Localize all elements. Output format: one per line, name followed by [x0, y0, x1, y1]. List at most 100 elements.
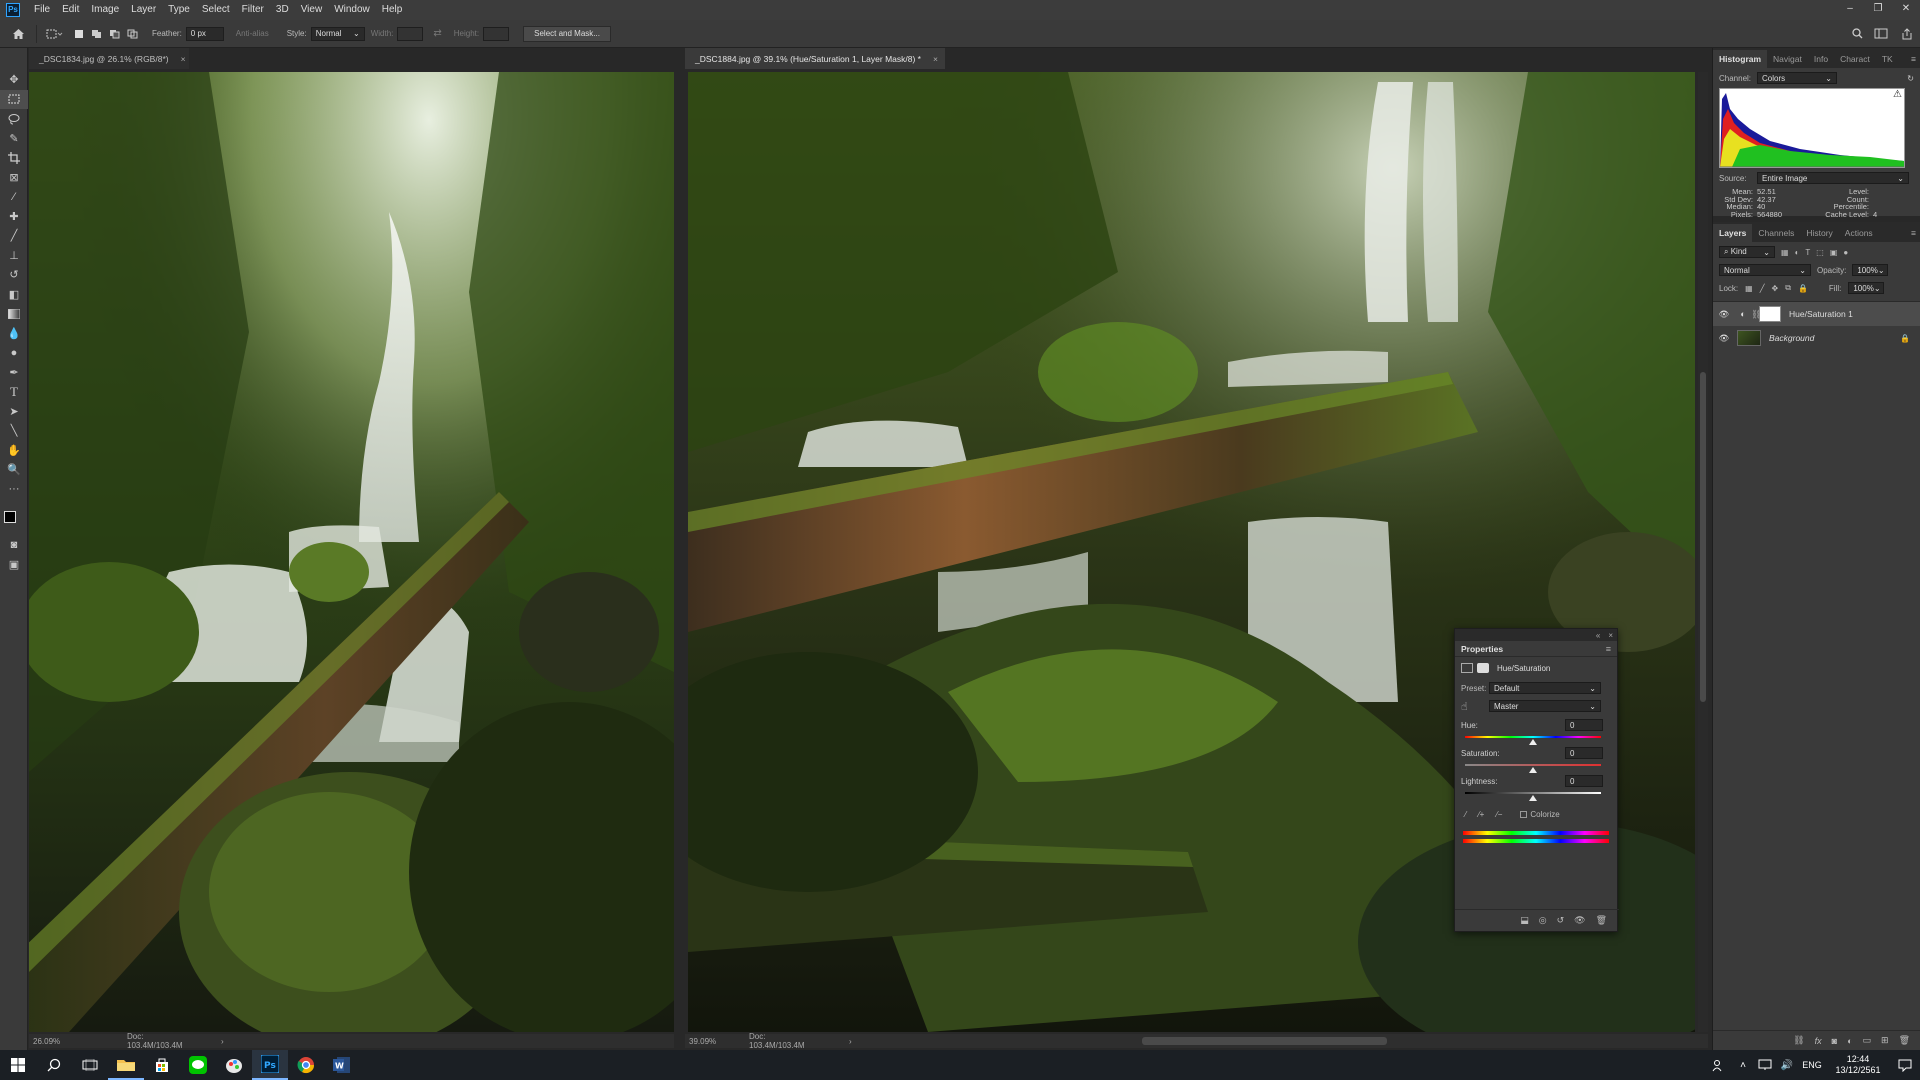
layer-name[interactable]: Hue/Saturation 1	[1789, 309, 1853, 319]
dodge-tool-icon[interactable]: ●	[0, 343, 28, 363]
eraser-tool-icon[interactable]: ◧	[0, 285, 28, 305]
range-select[interactable]: Master ⌄	[1489, 700, 1601, 712]
close-icon[interactable]: ×	[933, 54, 938, 64]
menu-type[interactable]: Type	[162, 0, 196, 20]
type-tool-icon[interactable]: T	[0, 382, 28, 402]
collapse-icon[interactable]: «	[1596, 631, 1600, 640]
tab-layers[interactable]: Layers	[1713, 224, 1753, 242]
tab-tk-rapid[interactable]: TK Rapi	[1876, 50, 1911, 82]
word-icon[interactable]: W	[324, 1050, 360, 1080]
colorize-checkbox[interactable]: Colorize	[1520, 810, 1560, 819]
fill-input[interactable]: 100% ⌄	[1848, 282, 1885, 294]
filter-pixel-icon[interactable]: ▦	[1781, 248, 1789, 257]
tab-history[interactable]: History	[1800, 224, 1838, 242]
channel-select[interactable]: Colors ⌄	[1757, 72, 1837, 84]
height-input[interactable]	[483, 26, 510, 41]
menu-select[interactable]: Select	[196, 0, 236, 20]
menu-layer[interactable]: Layer	[125, 0, 162, 20]
properties-panel-header[interactable]: « ×	[1455, 629, 1617, 641]
status-arrow-icon[interactable]: ›	[221, 1037, 224, 1046]
foreground-color-swatch[interactable]	[4, 511, 16, 523]
tab-navigator[interactable]: Navigat	[1767, 50, 1808, 68]
panel-menu-icon[interactable]: ≡	[1606, 644, 1611, 654]
quick-mask-icon[interactable]: ◙	[0, 535, 28, 555]
width-input[interactable]	[397, 26, 424, 41]
line-app-icon[interactable]	[180, 1050, 216, 1080]
restore-button[interactable]: ❐	[1864, 0, 1892, 16]
marquee-tool-preset-icon[interactable]	[36, 24, 70, 43]
adjustment-icon[interactable]	[1461, 663, 1473, 673]
panel-menu-icon[interactable]: ≡	[1911, 50, 1920, 68]
lock-artboard-icon[interactable]: ⧉	[1785, 283, 1791, 293]
crop-tool-icon[interactable]	[0, 148, 28, 168]
paint-app-icon[interactable]	[216, 1050, 252, 1080]
menu-image[interactable]: Image	[85, 0, 125, 20]
preset-select[interactable]: Default ⌄	[1489, 682, 1601, 694]
hue-slider[interactable]	[1465, 736, 1601, 738]
close-icon[interactable]: ×	[181, 54, 186, 64]
chrome-icon[interactable]	[288, 1050, 324, 1080]
store-icon[interactable]	[144, 1050, 180, 1080]
source-select[interactable]: Entire Image ⌄	[1757, 172, 1909, 184]
fx-icon[interactable]: fx	[1815, 1036, 1822, 1046]
clone-stamp-tool-icon[interactable]: ⊥	[0, 246, 28, 266]
layer-name[interactable]: Background	[1769, 333, 1814, 343]
tab-channels[interactable]: Channels	[1752, 224, 1800, 242]
hand-adjust-icon[interactable]: ☝	[1461, 700, 1489, 713]
new-adjustment-icon[interactable]: ◐	[1847, 1036, 1852, 1046]
task-view-icon[interactable]	[72, 1050, 108, 1080]
anti-alias-checkbox[interactable]: Anti-alias	[236, 29, 269, 38]
refresh-icon[interactable]: ↻	[1907, 74, 1914, 83]
tab-character[interactable]: Charact	[1834, 50, 1876, 68]
tab-histogram[interactable]: Histogram	[1713, 50, 1768, 68]
share-icon[interactable]	[1894, 25, 1920, 43]
volume-icon[interactable]: 🔊	[1776, 1050, 1798, 1080]
lightness-input[interactable]: 0	[1565, 775, 1603, 787]
history-brush-tool-icon[interactable]: ↺	[0, 265, 28, 285]
visibility-eye-icon[interactable]: 👁	[1713, 309, 1735, 320]
eyedropper-minus-icon[interactable]: ⁄−	[1496, 810, 1502, 819]
more-tools-icon[interactable]: ···	[0, 480, 28, 500]
panel-menu-icon[interactable]: ≡	[1911, 224, 1920, 242]
new-layer-icon[interactable]: ⊞	[1881, 1035, 1889, 1046]
filter-adjustment-icon[interactable]: ◐	[1795, 248, 1800, 257]
path-selection-tool-icon[interactable]: ➤	[0, 402, 28, 422]
hand-tool-icon[interactable]: ✋	[0, 441, 28, 461]
tab-actions[interactable]: Actions	[1839, 224, 1879, 242]
photoshop-logo-icon[interactable]: Ps	[6, 3, 20, 17]
windows-start-icon[interactable]	[0, 1050, 36, 1080]
layer-row-background[interactable]: 👁 Background 🔒	[1713, 326, 1920, 350]
document-tab-2[interactable]: _DSC1884.jpg @ 39.1% (Hue/Saturation 1, …	[685, 48, 945, 69]
hue-slider-thumb[interactable]	[1529, 739, 1537, 745]
show-hidden-icons-icon[interactable]: ˄	[1732, 1050, 1754, 1080]
status-arrow-icon[interactable]: ›	[849, 1037, 852, 1046]
zoom-level[interactable]: 26.09%	[33, 1037, 83, 1046]
pen-tool-icon[interactable]: ✒	[0, 363, 28, 383]
people-icon[interactable]	[1706, 1050, 1732, 1080]
filter-toggle-icon[interactable]: ●	[1843, 248, 1848, 257]
home-icon[interactable]	[0, 25, 36, 43]
feather-input[interactable]: 0 px	[185, 26, 224, 41]
swap-icon[interactable]: ⇄	[433, 28, 441, 39]
new-selection-icon[interactable]	[70, 25, 88, 43]
photoshop-taskbar-icon[interactable]: Ps	[252, 1050, 288, 1080]
vertical-scrollbar[interactable]	[1698, 72, 1708, 1032]
menu-window[interactable]: Window	[328, 0, 376, 20]
search-icon[interactable]	[36, 1050, 72, 1080]
scrollbar-thumb[interactable]	[1700, 372, 1706, 702]
menu-edit[interactable]: Edit	[56, 0, 85, 20]
new-group-icon[interactable]: ▭	[1863, 1035, 1872, 1046]
layer-row-hue-saturation[interactable]: 👁 ◐ ⛓ Hue/Saturation 1	[1713, 302, 1920, 326]
layer-mask-thumbnail[interactable]	[1759, 306, 1781, 322]
marquee-tool-icon[interactable]	[0, 89, 28, 109]
network-icon[interactable]	[1754, 1050, 1776, 1080]
notifications-icon[interactable]	[1890, 1050, 1920, 1080]
language-indicator[interactable]: ENG	[1798, 1050, 1826, 1080]
eyedropper-icon[interactable]: ⁄	[1465, 810, 1466, 819]
menu-file[interactable]: File	[28, 0, 56, 20]
close-button[interactable]: ✕	[1892, 0, 1920, 16]
frame-tool-icon[interactable]: ⊠	[0, 168, 28, 188]
color-swatches[interactable]	[0, 499, 27, 535]
move-tool-icon[interactable]: ✥	[0, 70, 28, 90]
zoom-level[interactable]: 39.09%	[689, 1037, 739, 1046]
